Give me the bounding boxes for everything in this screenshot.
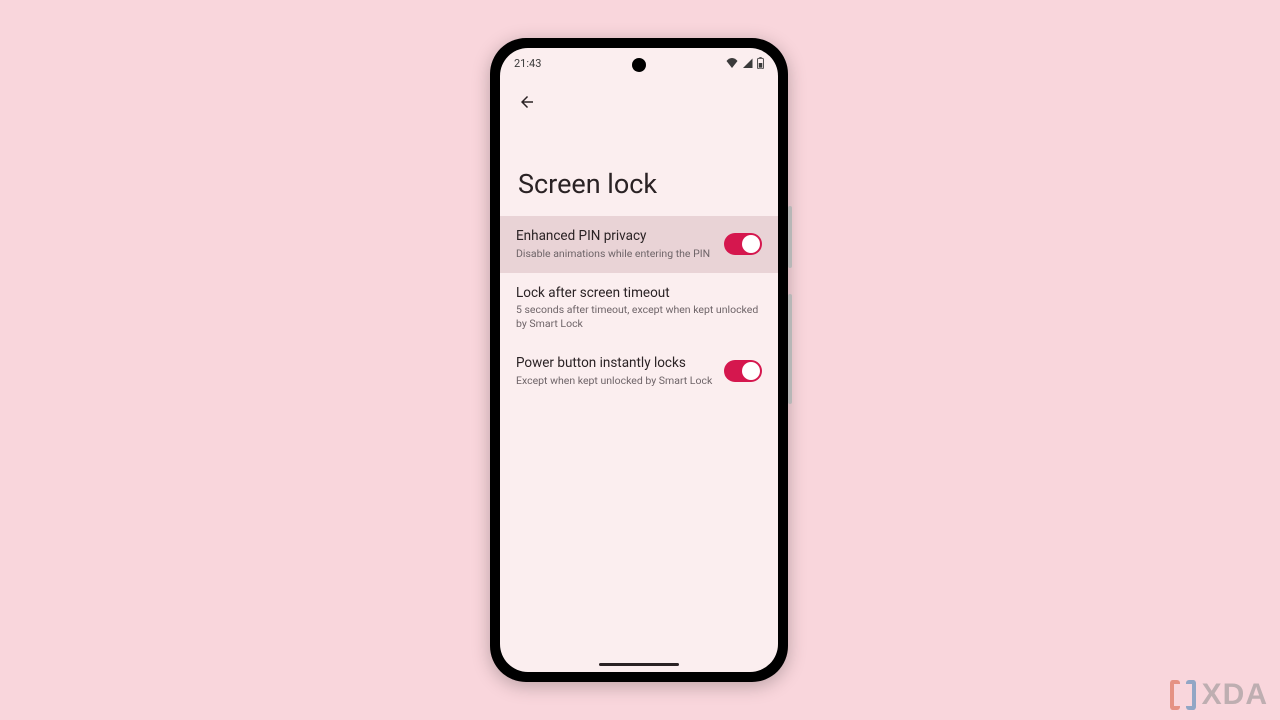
side-button-volume — [788, 294, 792, 404]
status-indicators — [726, 57, 764, 69]
arrow-back-icon — [518, 93, 536, 111]
app-bar — [500, 80, 778, 124]
setting-title: Power button instantly locks — [516, 355, 714, 372]
back-button[interactable] — [512, 87, 542, 117]
battery-icon — [757, 57, 764, 69]
signal-icon — [742, 58, 753, 68]
setting-enhanced-pin-privacy[interactable]: Enhanced PIN privacy Disable animations … — [500, 216, 778, 273]
watermark: XDA — [1170, 678, 1268, 712]
toggle-power-button-locks[interactable] — [724, 360, 762, 382]
setting-subtitle: Disable animations while entering the PI… — [516, 247, 714, 261]
setting-lock-after-timeout[interactable]: Lock after screen timeout 5 seconds afte… — [500, 273, 778, 343]
side-button-power — [788, 206, 792, 268]
phone-frame: 21:43 Screen lock Enhanced PIN privacy D… — [490, 38, 788, 682]
settings-list: Enhanced PIN privacy Disable animations … — [500, 216, 778, 399]
toggle-enhanced-pin-privacy[interactable] — [724, 233, 762, 255]
toggle-knob — [742, 362, 760, 380]
setting-power-button-locks[interactable]: Power button instantly locks Except when… — [500, 343, 778, 400]
gesture-nav-bar[interactable] — [599, 663, 679, 666]
setting-title: Enhanced PIN privacy — [516, 228, 714, 245]
page-title: Screen lock — [518, 168, 657, 200]
setting-subtitle: 5 seconds after timeout, except when kep… — [516, 303, 762, 330]
xda-logo-icon — [1170, 680, 1196, 710]
screen: 21:43 Screen lock Enhanced PIN privacy D… — [500, 48, 778, 672]
status-time: 21:43 — [514, 57, 541, 70]
setting-title: Lock after screen timeout — [516, 285, 762, 302]
setting-subtitle: Except when kept unlocked by Smart Lock — [516, 374, 714, 388]
wifi-icon — [726, 58, 738, 68]
front-camera — [632, 58, 646, 72]
watermark-text: XDA — [1202, 678, 1268, 712]
toggle-knob — [742, 235, 760, 253]
